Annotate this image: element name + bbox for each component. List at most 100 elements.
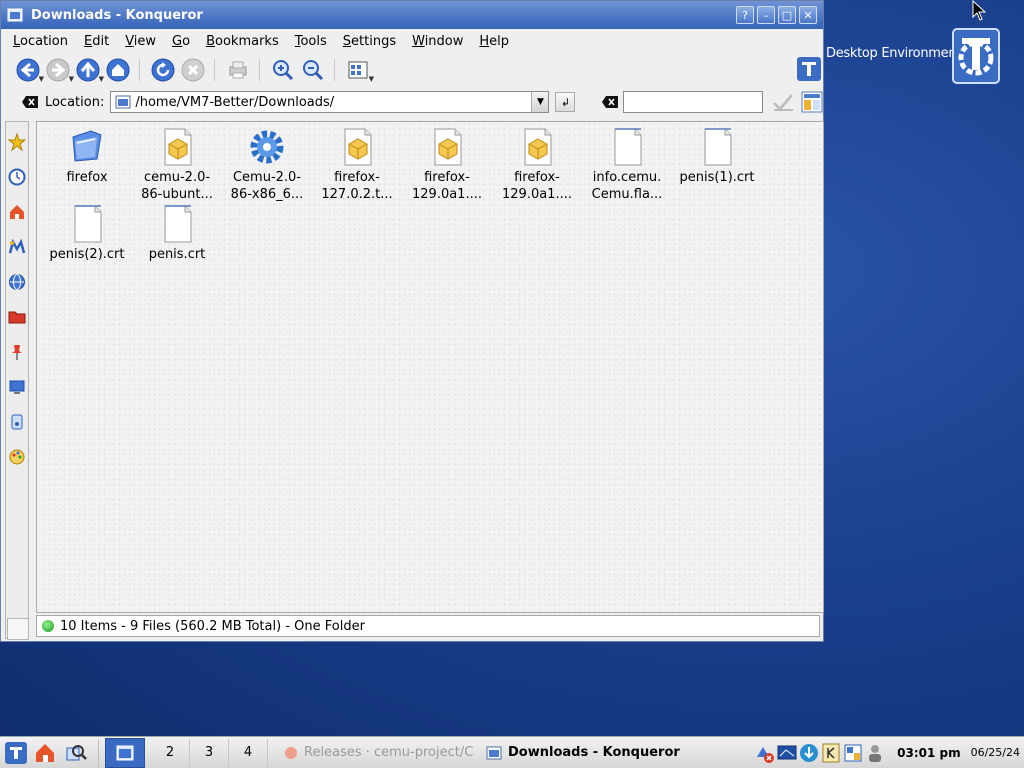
view-mode-dropdown-icon[interactable]: ▼ — [369, 75, 374, 83]
status-text: 10 Items - 9 Files (560.2 MB Total) - On… — [60, 618, 365, 634]
sidebar-tab-storage[interactable] — [6, 407, 28, 437]
menu-location[interactable]: Location — [5, 34, 76, 49]
pager-desktop-4[interactable]: 4 — [229, 738, 268, 767]
file-icon-view[interactable]: firefox cemu-2.0- 86-ubunt... Cemu-2.0- 86-x… — [36, 121, 824, 613]
menu-view[interactable]: View — [117, 34, 164, 49]
zoom-in-button[interactable] — [270, 57, 296, 83]
location-input[interactable]: /home/VM7-Better/Downloads/ — [135, 95, 531, 110]
print-button[interactable] — [225, 57, 251, 83]
search-launcher[interactable] — [60, 739, 92, 767]
sidebar-tab-devices[interactable] — [6, 372, 28, 402]
help-button[interactable]: ? — [736, 6, 754, 24]
desktop-window-icon — [116, 745, 134, 760]
home-folder-icon — [10, 205, 24, 219]
clipboard-icon — [844, 744, 862, 761]
up-dropdown-icon[interactable]: ▼ — [99, 75, 104, 83]
file-item[interactable]: info.cemu. Cemu.fla... — [582, 127, 672, 203]
file-name-line1: Cemu-2.0- — [232, 170, 302, 185]
toolbar-separator — [334, 59, 337, 81]
menu-help[interactable]: Help — [471, 34, 517, 49]
star-icon — [8, 133, 26, 151]
file-name-line2: 129.0a1.... — [502, 187, 572, 202]
file-item[interactable]: penis(1).crt — [672, 127, 762, 186]
file-item[interactable]: firefox- 127.0.2.t... — [312, 127, 402, 203]
file-name-line1: penis.crt — [148, 247, 206, 262]
menu-bookmarks[interactable]: Bookmarks — [198, 34, 287, 49]
archive-package-icon — [164, 128, 192, 166]
kmenu-button[interactable] — [2, 739, 30, 767]
media-icon — [8, 238, 26, 254]
home-button[interactable] — [105, 57, 131, 83]
forward-dropdown-icon[interactable]: ▼ — [69, 75, 74, 83]
zoom-out-button[interactable] — [300, 57, 326, 83]
archive-package-icon — [344, 128, 372, 166]
home-launcher[interactable] — [30, 739, 60, 767]
sidebar-tab-services[interactable] — [6, 337, 28, 367]
search-input[interactable] — [623, 91, 764, 113]
go-button[interactable]: ↲ — [555, 92, 576, 112]
sidebar-tab-settings[interactable] — [6, 442, 28, 472]
file-item[interactable]: penis(2).crt — [42, 204, 132, 263]
tray-network-icon[interactable] — [755, 743, 775, 763]
close-button[interactable]: ✕ — [799, 6, 817, 24]
file-name-line1: firefox- — [424, 170, 470, 185]
sidebar-tab-media[interactable] — [6, 232, 28, 262]
kde-throbber-icon[interactable] — [797, 57, 821, 81]
file-item[interactable]: Cemu-2.0- 86-x86_6... — [222, 127, 312, 203]
pager-desktop-1[interactable] — [105, 737, 145, 768]
sidebar-tab-bookmarks[interactable] — [6, 127, 28, 157]
clock-date[interactable]: 06/25/24 — [971, 746, 1020, 759]
location-combobox[interactable]: /home/VM7-Better/Downloads/ ▼ — [110, 91, 550, 113]
file-item[interactable]: firefox — [42, 127, 132, 186]
stop-button[interactable] — [180, 57, 206, 83]
tray-display-icon[interactable] — [777, 743, 797, 763]
tray-user-icon[interactable] — [865, 743, 885, 763]
pager-desktop-2[interactable]: 2 — [151, 738, 190, 767]
tray-updates-icon[interactable] — [799, 743, 819, 763]
tray-clipboard-icon[interactable] — [843, 743, 863, 763]
sidebar-tab-root[interactable] — [6, 302, 28, 332]
search-go-icon[interactable] — [771, 92, 795, 112]
clear-search-icon[interactable] — [601, 95, 619, 109]
clock-time[interactable]: 03:01 pm — [897, 746, 960, 760]
file-name-line1: penis(2).crt — [49, 247, 125, 262]
archive-package-icon — [524, 128, 552, 166]
document-icon — [164, 205, 192, 243]
location-dropdown-icon[interactable]: ▼ — [531, 92, 549, 112]
view-mode-button[interactable]: ▼ — [345, 57, 374, 83]
reload-button[interactable] — [150, 57, 176, 83]
forward-button[interactable]: ▼ — [45, 57, 74, 83]
sidebar-config-button[interactable] — [7, 618, 29, 640]
download-icon — [800, 743, 819, 762]
folder-window-icon[interactable] — [7, 7, 23, 23]
task-downloads-konqueror[interactable]: Downloads - Konqueror — [480, 740, 692, 766]
title-bar[interactable]: Downloads - Konqueror ? – □ ✕ — [1, 1, 823, 29]
up-button[interactable]: ▼ — [75, 57, 104, 83]
sidebar-tab-history[interactable] — [6, 162, 28, 192]
home-icon — [106, 58, 130, 82]
pushpin-icon — [12, 345, 22, 360]
maximize-button[interactable]: □ — [778, 6, 796, 24]
find-icon — [66, 744, 87, 760]
keyboard-layout-icon — [822, 743, 840, 762]
file-item[interactable]: firefox- 129.0a1.... — [492, 127, 582, 203]
menu-window[interactable]: Window — [404, 34, 471, 49]
tray-keyboard-icon[interactable] — [821, 743, 841, 763]
file-item[interactable]: penis.crt — [132, 204, 222, 263]
menu-edit[interactable]: Edit — [76, 34, 117, 49]
file-item[interactable]: cemu-2.0- 86-ubunt... — [132, 127, 222, 203]
back-button[interactable]: ▼ — [15, 57, 44, 83]
file-item[interactable]: firefox- 129.0a1.... — [402, 127, 492, 203]
menu-settings[interactable]: Settings — [335, 34, 404, 49]
menu-tools[interactable]: Tools — [287, 34, 335, 49]
task-releases-browser[interactable]: Releases · cemu-project/C — [278, 740, 480, 766]
menu-go[interactable]: Go — [164, 34, 198, 49]
file-name-line2: Cemu.fla... — [591, 187, 663, 202]
clear-location-icon[interactable] — [21, 95, 39, 109]
minimize-button[interactable]: – — [757, 6, 775, 24]
pager-desktop-3[interactable]: 3 — [190, 738, 229, 767]
sidebar-tab-home[interactable] — [6, 197, 28, 227]
back-dropdown-icon[interactable]: ▼ — [39, 75, 44, 83]
sidebar-tab-network[interactable] — [6, 267, 28, 297]
search-provider-icon[interactable] — [801, 91, 823, 113]
